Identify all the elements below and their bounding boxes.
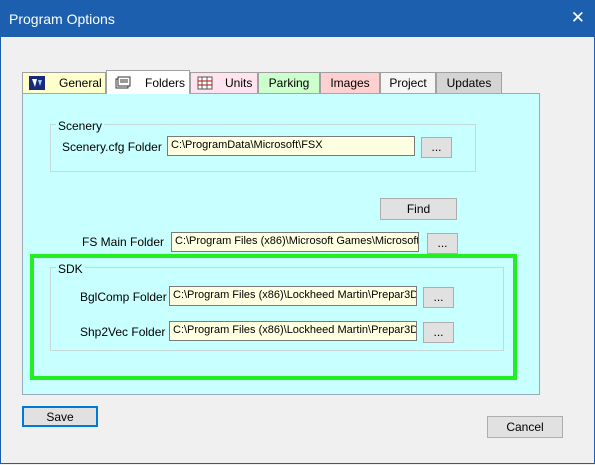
- fs-main-browse-button[interactable]: ...: [427, 233, 458, 254]
- general-icon: [29, 76, 45, 90]
- units-icon: [197, 76, 213, 90]
- scenery-cfg-label: Scenery.cfg Folder: [62, 140, 162, 154]
- title-bar: Program Options ✕: [0, 0, 595, 37]
- folders-panel: Scenery Scenery.cfg Folder C:\ProgramDat…: [22, 93, 540, 395]
- bglcomp-browse-button[interactable]: ...: [423, 287, 454, 308]
- tab-units-label: Units: [225, 76, 253, 90]
- shp2vec-folder-label: Shp2Vec Folder: [80, 325, 166, 339]
- window-title: Program Options: [9, 11, 115, 27]
- save-button[interactable]: Save: [22, 406, 98, 427]
- folders-icon: [115, 76, 131, 89]
- shp2vec-browse-button[interactable]: ...: [423, 322, 454, 343]
- bglcomp-folder-field[interactable]: C:\Program Files (x86)\Lockheed Martin\P…: [169, 286, 417, 306]
- fs-main-folder-field[interactable]: C:\Program Files (x86)\Microsoft Games\M…: [171, 232, 419, 252]
- tab-updates[interactable]: Updates: [436, 72, 502, 93]
- scenery-cfg-field[interactable]: C:\ProgramData\Microsoft\FSX: [167, 136, 415, 156]
- shp2vec-folder-field[interactable]: C:\Program Files (x86)\Lockheed Martin\P…: [169, 321, 417, 341]
- tab-folders-label: Folders: [145, 76, 186, 90]
- tab-folders[interactable]: Folders: [106, 70, 190, 94]
- tab-parking-label: Parking: [268, 76, 310, 90]
- scenery-browse-button[interactable]: ...: [421, 137, 452, 158]
- scenery-group-title: Scenery: [56, 119, 105, 133]
- tab-units[interactable]: Units: [190, 72, 258, 93]
- cancel-button[interactable]: Cancel: [487, 416, 563, 438]
- tab-parking[interactable]: Parking: [258, 72, 320, 93]
- fs-main-folder-label: FS Main Folder: [82, 235, 165, 249]
- close-icon[interactable]: ✕: [571, 8, 585, 28]
- sdk-group-title: SDK: [56, 262, 85, 276]
- tab-updates-label: Updates: [446, 76, 492, 90]
- tab-project[interactable]: Project: [380, 72, 436, 93]
- tab-general-label: General: [59, 76, 102, 90]
- bglcomp-folder-label: BglComp Folder: [80, 290, 167, 304]
- tab-general[interactable]: General: [22, 72, 106, 93]
- find-button[interactable]: Find: [380, 198, 457, 220]
- tab-images-label: Images: [330, 76, 370, 90]
- tab-project-label: Project: [389, 76, 427, 90]
- tab-images[interactable]: Images: [320, 72, 380, 93]
